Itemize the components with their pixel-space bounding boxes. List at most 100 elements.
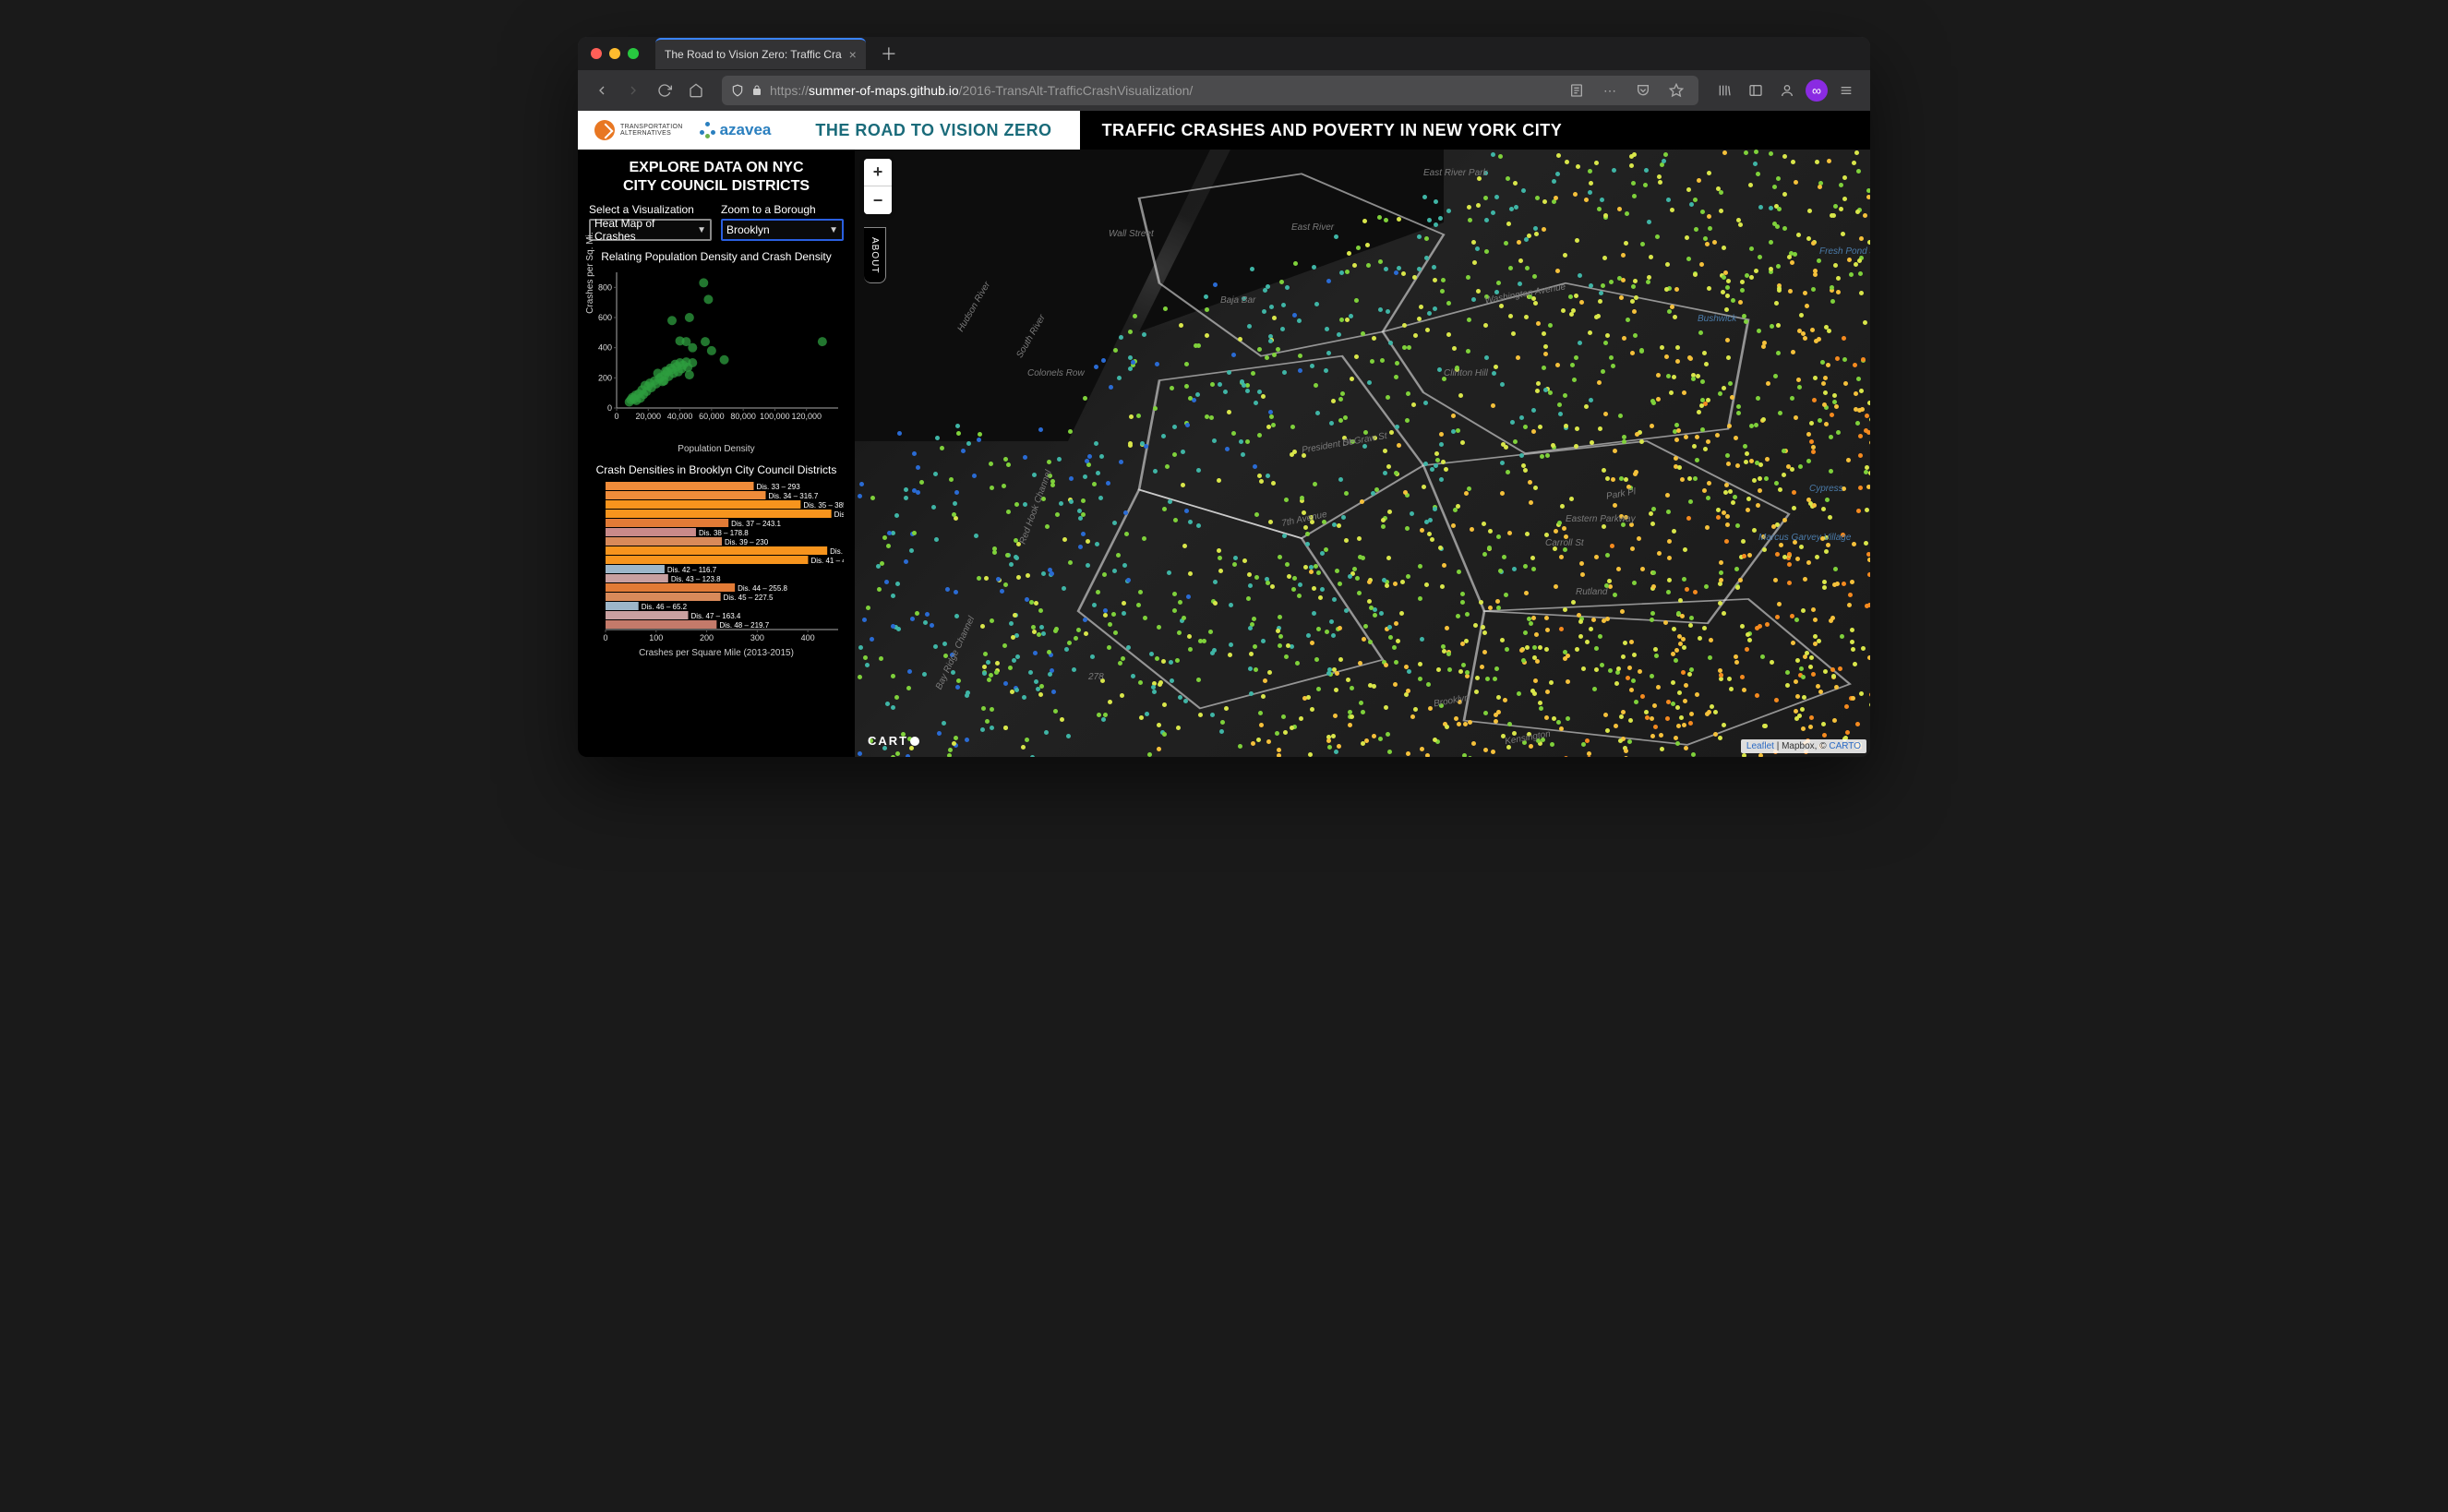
maximize-window-button[interactable] xyxy=(628,48,639,59)
scatter-chart: Relating Population Density and Crash De… xyxy=(589,250,844,454)
subtitle-strip: TRAFFIC CRASHES AND POVERTY IN NEW YORK … xyxy=(1080,121,1870,140)
close-window-button[interactable] xyxy=(591,48,602,59)
borough-control: Zoom to a Borough Brooklyn ▼ xyxy=(721,203,844,241)
carto-o-icon xyxy=(910,737,919,746)
close-tab-icon[interactable]: × xyxy=(849,47,857,62)
tab-title: The Road to Vision Zero: Traffic Cra xyxy=(665,48,842,61)
svg-text:Dis. 34 – 316.7: Dis. 34 – 316.7 xyxy=(768,492,818,500)
browser-tab[interactable]: The Road to Vision Zero: Traffic Cra × xyxy=(655,38,866,69)
pocket-icon[interactable] xyxy=(1630,78,1656,103)
svg-text:Dis. 36 – 446.6: Dis. 36 – 446.6 xyxy=(834,510,844,519)
about-tab[interactable]: ABOUT xyxy=(864,227,886,283)
minimize-window-button[interactable] xyxy=(609,48,620,59)
library-icon[interactable] xyxy=(1711,78,1737,103)
toolbar-right-icons: ∞ xyxy=(1711,78,1859,103)
scatter-y-label: Crashes per Sq. Mi. xyxy=(585,232,595,313)
visualization-select[interactable]: Heat Map of Crashes ▼ xyxy=(589,219,712,241)
bookmark-star-icon[interactable] xyxy=(1663,78,1689,103)
logo-strip: TRANSPORTATION ALTERNATIVES azavea xyxy=(578,111,787,150)
borough-label: Zoom to a Borough xyxy=(721,203,844,216)
account-icon[interactable] xyxy=(1774,78,1800,103)
svg-text:0: 0 xyxy=(603,633,607,642)
svg-text:20,000: 20,000 xyxy=(636,412,662,421)
visualization-control: Select a Visualization Heat Map of Crash… xyxy=(589,203,712,241)
svg-text:0: 0 xyxy=(607,403,612,413)
bar-x-label: Crashes per Square Mile (2013-2015) xyxy=(589,648,844,658)
azavea-logo-icon xyxy=(700,122,716,138)
leaflet-link[interactable]: Leaflet xyxy=(1746,741,1774,751)
browser-toolbar: https://summer-of-maps.github.io/2016-Tr… xyxy=(578,70,1870,111)
svg-text:400: 400 xyxy=(598,343,612,353)
window-controls xyxy=(591,48,639,59)
svg-text:60,000: 60,000 xyxy=(699,412,725,421)
svg-text:400: 400 xyxy=(801,633,815,642)
azavea-logo[interactable]: azavea xyxy=(700,121,772,139)
transportation-alternatives-logo[interactable]: TRANSPORTATION ALTERNATIVES xyxy=(594,120,683,140)
reload-button[interactable] xyxy=(652,78,678,103)
svg-text:100: 100 xyxy=(649,633,663,642)
page-body: EXPLORE DATA ON NYC CITY COUNCIL DISTRIC… xyxy=(578,150,1870,757)
azavea-logo-text: azavea xyxy=(720,121,772,139)
extension-badge-icon[interactable]: ∞ xyxy=(1806,79,1828,102)
scatter-x-label: Population Density xyxy=(589,444,844,454)
svg-text:Dis. 39 – 230: Dis. 39 – 230 xyxy=(725,538,769,546)
carto-link[interactable]: CARTO xyxy=(1829,741,1861,751)
bar-title: Crash Densities in Brooklyn City Council… xyxy=(589,463,844,476)
bar-chart: Crash Densities in Brooklyn City Council… xyxy=(589,463,844,658)
carto-logo[interactable]: CART xyxy=(868,734,919,748)
svg-text:Dis. 37 – 243.1: Dis. 37 – 243.1 xyxy=(731,520,781,528)
page-title: THE ROAD TO VISION ZERO xyxy=(815,121,1051,140)
svg-text:Dis. 43 – 123.8: Dis. 43 – 123.8 xyxy=(671,575,721,583)
svg-text:600: 600 xyxy=(598,313,612,322)
panel-heading: EXPLORE DATA ON NYC CITY COUNCIL DISTRIC… xyxy=(589,159,844,196)
browser-chrome: The Road to Vision Zero: Traffic Cra × ＋ xyxy=(578,37,1870,111)
lock-icon[interactable] xyxy=(751,85,762,96)
chevron-down-icon: ▼ xyxy=(697,225,706,235)
svg-text:Dis. 45 – 227.5: Dis. 45 – 227.5 xyxy=(724,594,774,602)
svg-text:Dis. 41 – 400.6: Dis. 41 – 400.6 xyxy=(810,557,844,565)
home-button[interactable] xyxy=(683,78,709,103)
svg-text:Dis. 44 – 255.8: Dis. 44 – 255.8 xyxy=(738,584,787,593)
bar-chart-svg: Dis. 33 – 293Dis. 34 – 316.7Dis. 35 – 38… xyxy=(589,480,844,646)
svg-text:200: 200 xyxy=(700,633,714,642)
svg-text:Dis. 33 – 293: Dis. 33 – 293 xyxy=(757,483,801,491)
zoom-out-button[interactable]: − xyxy=(864,186,892,214)
visualization-label: Select a Visualization xyxy=(589,203,712,216)
shield-icon[interactable] xyxy=(731,84,744,97)
ta-logo-icon xyxy=(594,120,615,140)
browser-window: The Road to Vision Zero: Traffic Cra × ＋ xyxy=(578,37,1870,757)
page-header: TRANSPORTATION ALTERNATIVES azavea THE R… xyxy=(578,111,1870,150)
new-tab-button[interactable]: ＋ xyxy=(873,42,905,66)
zoom-in-button[interactable]: + xyxy=(864,159,892,186)
svg-text:120,000: 120,000 xyxy=(791,412,822,421)
chevron-down-icon: ▼ xyxy=(829,225,838,235)
svg-text:Dis. 40 – 438.4: Dis. 40 – 438.4 xyxy=(830,547,844,556)
left-panel: EXPLORE DATA ON NYC CITY COUNCIL DISTRIC… xyxy=(578,150,855,757)
svg-text:100,000: 100,000 xyxy=(760,412,790,421)
hamburger-menu-icon[interactable] xyxy=(1833,78,1859,103)
borough-select[interactable]: Brooklyn ▼ xyxy=(721,219,844,241)
borough-value: Brooklyn xyxy=(726,223,770,236)
map-attribution: Leaflet | Mapbox, © CARTO xyxy=(1741,739,1866,753)
svg-text:Dis. 47 – 163.4: Dis. 47 – 163.4 xyxy=(691,612,741,620)
page-content: TRANSPORTATION ALTERNATIVES azavea THE R… xyxy=(578,111,1870,757)
map[interactable]: East River ParkEast RiverWall StreetHuds… xyxy=(855,150,1870,757)
visualization-value: Heat Map of Crashes xyxy=(594,217,697,243)
title-strip: THE ROAD TO VISION ZERO xyxy=(787,111,1079,150)
svg-text:40,000: 40,000 xyxy=(667,412,693,421)
scatter-plot-svg: 0200400600800020,00040,00060,00080,00010… xyxy=(589,267,844,428)
zoom-control: + − xyxy=(864,159,892,214)
scatter-title: Relating Population Density and Crash De… xyxy=(589,250,844,263)
svg-text:0: 0 xyxy=(614,412,618,421)
url-text: https://summer-of-maps.github.io/2016-Tr… xyxy=(770,83,1556,98)
forward-button[interactable] xyxy=(620,78,646,103)
svg-text:Dis. 42 – 116.7: Dis. 42 – 116.7 xyxy=(667,566,717,574)
svg-text:Dis. 46 – 65.2: Dis. 46 – 65.2 xyxy=(642,603,688,611)
page-actions-icon[interactable]: ⋯ xyxy=(1597,78,1623,103)
svg-text:80,000: 80,000 xyxy=(730,412,756,421)
url-bar[interactable]: https://summer-of-maps.github.io/2016-Tr… xyxy=(722,76,1698,105)
svg-text:800: 800 xyxy=(598,282,612,292)
back-button[interactable] xyxy=(589,78,615,103)
reader-mode-icon[interactable] xyxy=(1564,78,1590,103)
sidebar-icon[interactable] xyxy=(1743,78,1769,103)
